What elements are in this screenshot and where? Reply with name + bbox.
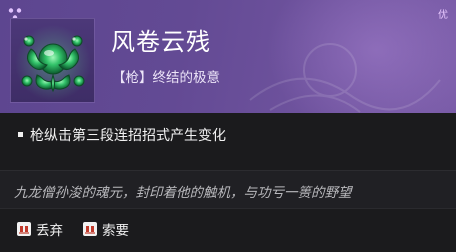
request-button[interactable]: 索要 <box>82 219 129 239</box>
key-prompt-icon <box>83 222 97 236</box>
bullet-icon <box>18 132 23 137</box>
lore-text: 九龙僧孙浚的魂元，封印着他的触机，与功亏一篑的野望 <box>14 185 352 201</box>
key-prompt-icon <box>17 222 31 236</box>
green-serpent-jade-icon <box>15 25 91 101</box>
item-subtitle: 【枪】终结的极意 <box>112 70 220 86</box>
rarity-badge: 优 <box>438 10 448 21</box>
effect-text: 枪纵击第三段连招招式产生变化 <box>30 128 226 144</box>
item-title: 风卷云残 <box>111 28 211 56</box>
action-bar <box>0 209 456 252</box>
item-icon-frame <box>10 18 95 103</box>
item-tooltip-card: 优 风卷云残 【枪】终结的极意 枪纵击第三段连招招式产生变化 九龙僧孙浚的魂元，… <box>0 0 456 252</box>
discard-button[interactable]: 丢弃 <box>16 219 63 239</box>
request-label: 索要 <box>102 223 129 239</box>
discard-label: 丢弃 <box>36 223 63 239</box>
